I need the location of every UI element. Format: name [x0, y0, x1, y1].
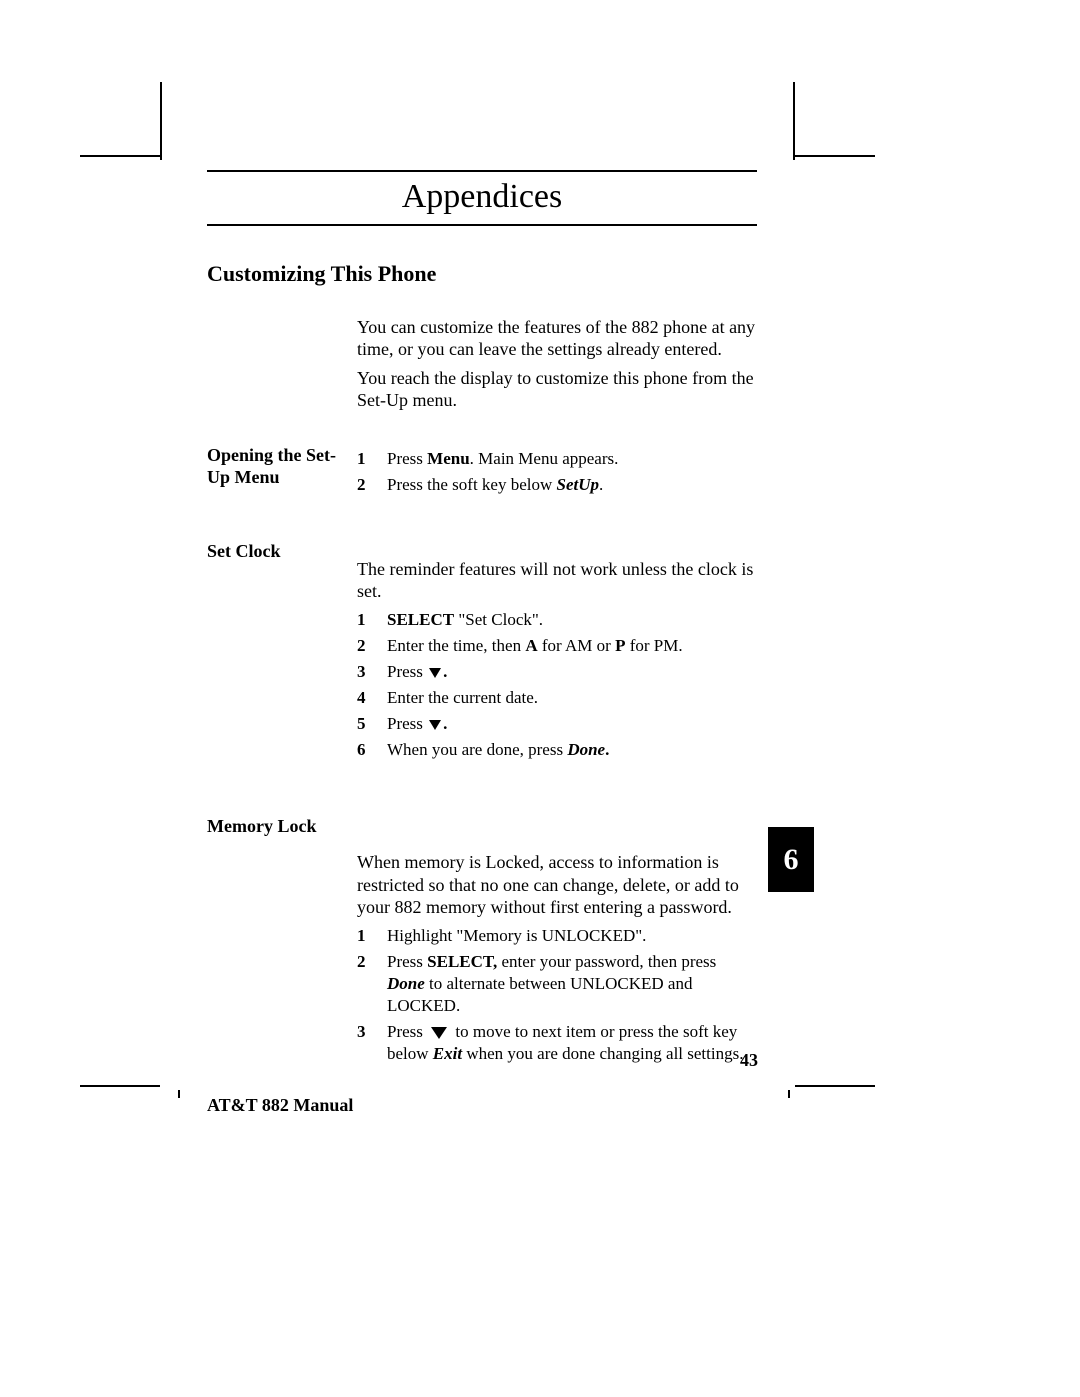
subsection-heading: Set Clock	[207, 540, 357, 563]
step-number: 1	[357, 925, 387, 947]
step-number: 3	[357, 1021, 387, 1065]
crop-mark	[160, 82, 162, 160]
step-item: 4 Enter the current date.	[357, 687, 757, 709]
page-number: 43	[740, 1050, 758, 1071]
intro-para: You reach the display to customize this …	[357, 367, 757, 412]
crop-tick	[788, 1090, 790, 1098]
intro-para: You can customize the features of the 88…	[357, 316, 757, 361]
step-number: 2	[357, 951, 387, 1017]
step-item: 6 When you are done, press Done.	[357, 739, 757, 761]
step-number: 1	[357, 448, 387, 470]
crop-mark	[80, 155, 160, 157]
page-content: Customizing This Phone You can customize…	[207, 260, 757, 1069]
step-number: 1	[357, 609, 387, 631]
crop-mark	[795, 155, 875, 157]
step-item: 1 Press Menu. Main Menu appears.	[357, 448, 757, 470]
down-arrow-icon	[429, 668, 441, 678]
subsection-intro: When memory is Locked, access to informa…	[357, 851, 757, 919]
down-arrow-icon	[429, 720, 441, 730]
step-number: 6	[357, 739, 387, 761]
step-item: 3 Press .	[357, 661, 757, 683]
crop-mark	[80, 1085, 160, 1087]
chapter-title: Appendices	[207, 172, 757, 224]
step-item: 1 SELECT "Set Clock".	[357, 609, 757, 631]
chapter-header: Appendices	[207, 170, 757, 226]
step-item: 1 Highlight "Memory is UNLOCKED".	[357, 925, 757, 947]
step-item: 5 Press .	[357, 713, 757, 735]
crop-mark	[795, 1085, 875, 1087]
subsection-heading: Memory Lock	[207, 815, 357, 838]
subsection-intro: The reminder features will not work unle…	[357, 558, 757, 603]
step-number: 2	[357, 474, 387, 496]
step-number: 4	[357, 687, 387, 709]
footer-title: AT&T 882 Manual	[207, 1095, 353, 1116]
down-arrow-icon	[431, 1027, 447, 1039]
crop-mark	[793, 82, 795, 160]
step-number: 3	[357, 661, 387, 683]
crop-tick	[178, 1090, 180, 1098]
section-title: Customizing This Phone	[207, 260, 757, 288]
step-item: 3 Press to move to next item or press th…	[357, 1021, 757, 1065]
subsection-heading: Opening the Set-Up Menu	[207, 444, 357, 489]
step-item: 2 Enter the time, then A for AM or P for…	[357, 635, 757, 657]
thumb-tab: 6	[768, 827, 814, 892]
rule	[207, 224, 757, 226]
step-number: 2	[357, 635, 387, 657]
step-item: 2 Press SELECT, enter your password, the…	[357, 951, 757, 1017]
step-item: 2 Press the soft key below SetUp.	[357, 474, 757, 496]
step-number: 5	[357, 713, 387, 735]
